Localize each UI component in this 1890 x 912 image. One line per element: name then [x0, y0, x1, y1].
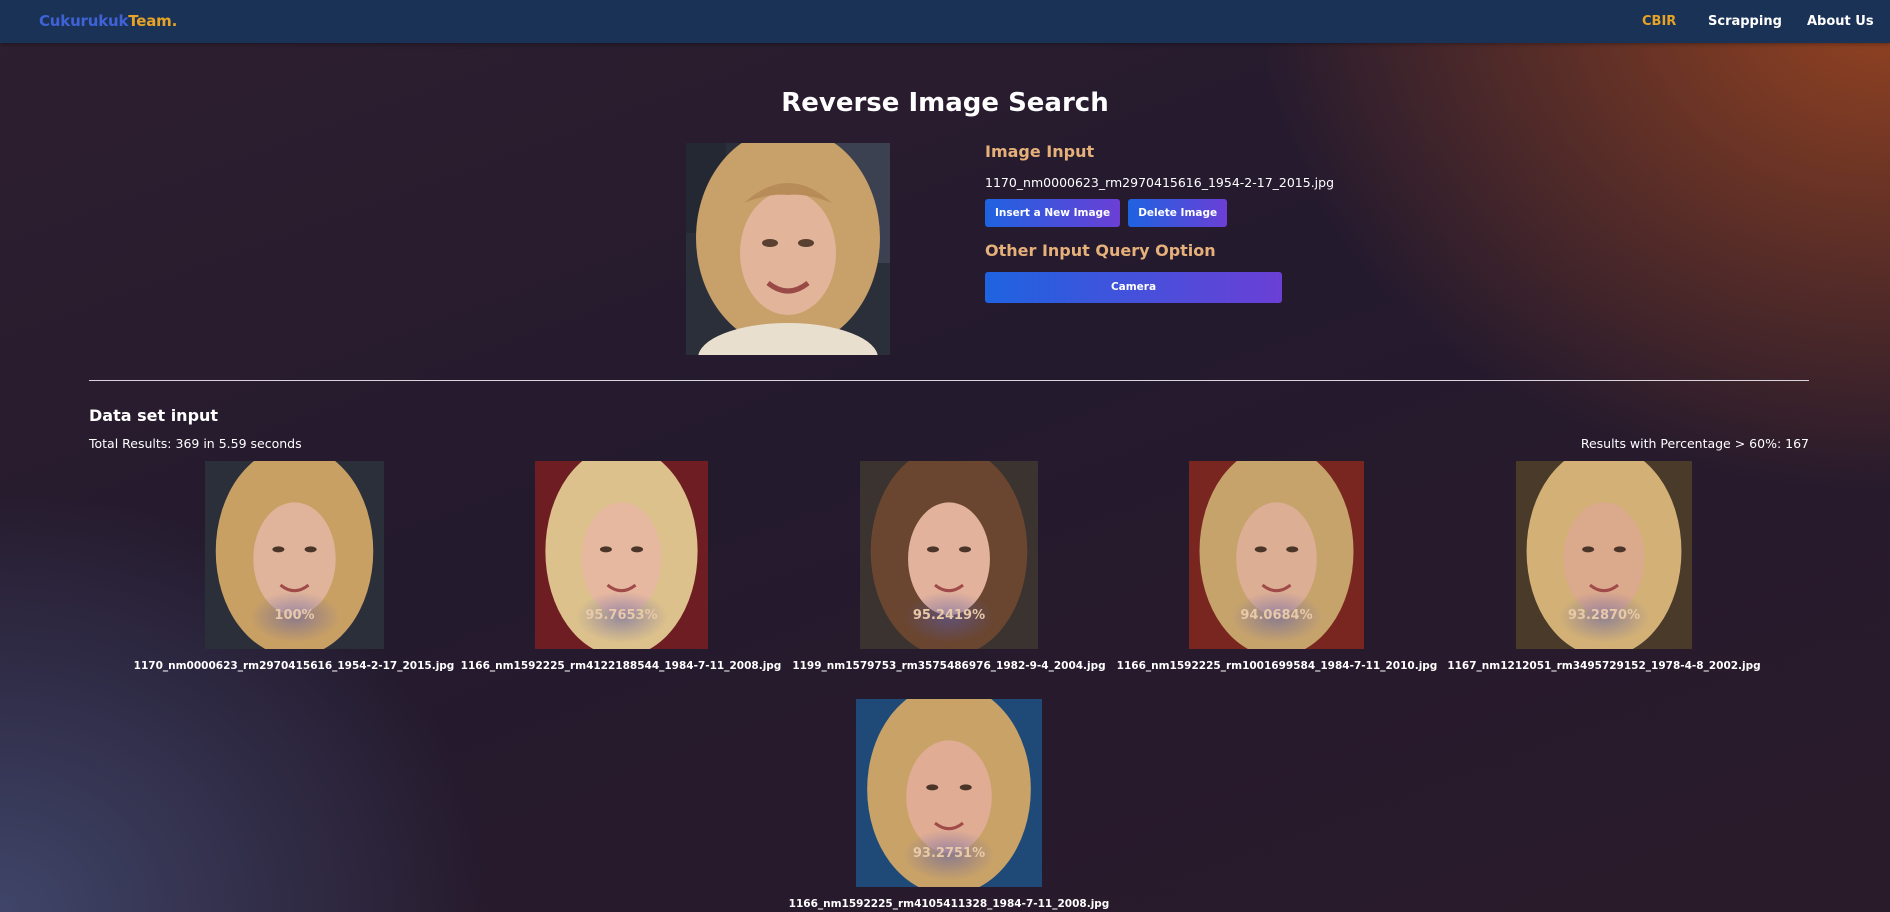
- brand-logo[interactable]: CukurukukTeam.: [39, 12, 177, 30]
- similarity-percentage: 95.7653%: [585, 608, 658, 623]
- brand-part2: Team.: [128, 12, 178, 30]
- result-image[interactable]: 95.2419%: [860, 461, 1038, 649]
- similarity-percentage: 100%: [274, 608, 315, 623]
- similarity-percentage: 93.2751%: [912, 846, 986, 861]
- similarity-percentage: 93.2870%: [1567, 608, 1641, 623]
- similarity-percentage: 95.2419%: [912, 608, 986, 623]
- result-filename: 1166_nm1592225_rm1001699584_1984-7-11_20…: [1116, 660, 1438, 672]
- navbar: CukurukukTeam. CBIR Scrapping About Us: [0, 0, 1890, 43]
- brand-part1: Cukurukuk: [39, 12, 129, 30]
- result-filename: 1166_nm1592225_rm4122188544_1984-7-11_20…: [460, 660, 782, 672]
- delete-image-button[interactable]: Delete Image: [1128, 199, 1228, 227]
- page-title: Reverse Image Search: [781, 88, 1109, 118]
- result-image[interactable]: 95.7653%: [535, 461, 708, 649]
- nav-link-about-us[interactable]: About Us: [1807, 14, 1874, 29]
- result-image[interactable]: 93.2751%: [856, 699, 1042, 887]
- other-query-heading: Other Input Query Option: [985, 241, 1216, 260]
- input-panel: Image Input 1170_nm0000623_rm2970415616_…: [985, 142, 1335, 303]
- percentage-summary: Results with Percentage > 60%: 167: [1580, 436, 1809, 451]
- input-filename: 1170_nm0000623_rm2970415616_1954-2-17_20…: [985, 175, 1335, 190]
- result-image[interactable]: 93.2870%: [1516, 461, 1692, 649]
- image-input-heading: Image Input: [985, 142, 1095, 161]
- result-filename: 1199_nm1579753_rm3575486976_1982-9-4_200…: [792, 660, 1106, 672]
- insert-image-button[interactable]: Insert a New Image: [985, 199, 1121, 227]
- dataset-heading: Data set input: [89, 406, 219, 425]
- result-filename: 1170_nm0000623_rm2970415616_1954-2-17_20…: [133, 660, 455, 672]
- result-image[interactable]: 94.0684%: [1189, 461, 1364, 649]
- result-image[interactable]: 100%: [205, 461, 384, 649]
- camera-button[interactable]: Camera: [985, 272, 1282, 303]
- result-filename: 1167_nm1212051_rm3495729152_1978-4-8_200…: [1447, 660, 1761, 672]
- result-filename: 1166_nm1592225_rm4105411328_1984-7-11_20…: [788, 898, 1110, 910]
- nav-link-scrapping[interactable]: Scrapping: [1708, 14, 1782, 29]
- input-buttons: Insert a New Image Delete Image: [985, 199, 1285, 227]
- similarity-percentage: 94.0684%: [1240, 608, 1313, 623]
- nav-link-cbir[interactable]: CBIR: [1642, 14, 1676, 29]
- total-results: Total Results: 369 in 5.59 seconds: [89, 436, 302, 451]
- section-divider: [89, 380, 1809, 381]
- query-image: [686, 143, 890, 355]
